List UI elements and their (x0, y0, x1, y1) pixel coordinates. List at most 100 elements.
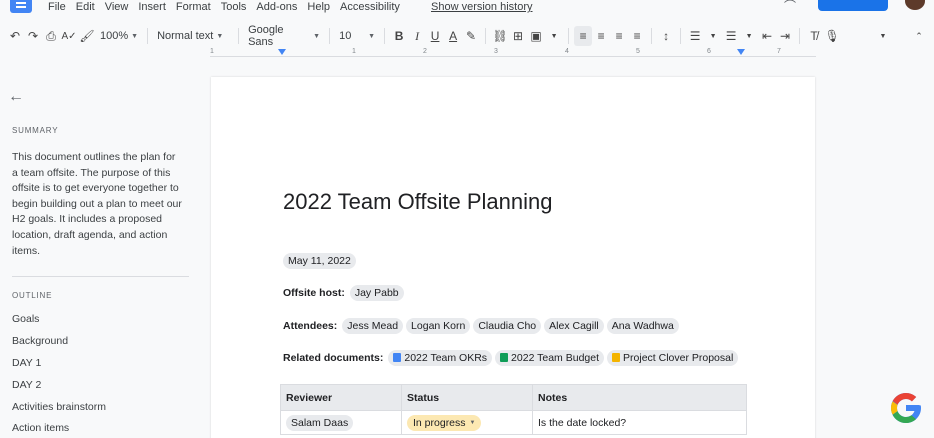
file-chip[interactable]: 2022 Team OKRs (388, 350, 493, 366)
menu-edit[interactable]: Edit (76, 1, 95, 13)
decrease-indent-icon[interactable]: ⇤ (758, 26, 776, 46)
left-indent-marker[interactable] (278, 49, 286, 55)
font-select[interactable]: Google Sans ▼ (244, 24, 324, 48)
menu-format[interactable]: Format (176, 1, 211, 13)
chevron-down-icon: ▼ (368, 32, 376, 40)
column-header[interactable]: Notes (532, 384, 747, 411)
zoom-select[interactable]: 100% ▼ (96, 30, 142, 42)
font-size-select[interactable]: 10 ▼ (335, 30, 379, 42)
outline-item-day1[interactable]: DAY 1 (12, 357, 41, 369)
comment-history-icon[interactable]: ⌒ (784, 0, 796, 14)
summary-text[interactable]: This document outlines the plan for a te… (12, 150, 182, 259)
ruler-tick: 6 (707, 48, 711, 55)
file-chip-label: 2022 Team Budget (511, 352, 600, 364)
align-justify-icon[interactable]: ≡ (628, 26, 646, 46)
chevron-up-icon[interactable]: ⌃ (910, 26, 928, 46)
document-title[interactable]: 2022 Team Offsite Planning (283, 189, 552, 215)
text-color-icon[interactable]: A (444, 26, 462, 46)
menu-tools[interactable]: Tools (221, 1, 247, 13)
toolbar-divider (329, 28, 331, 44)
ruler[interactable]: 1 1 2 3 4 5 6 7 (210, 48, 816, 59)
toolbar-divider (799, 28, 801, 44)
outline-item-activities[interactable]: Activities brainstorm (12, 401, 106, 413)
italic-icon[interactable]: I (408, 26, 426, 46)
spellcheck-icon[interactable]: A✓ (60, 26, 78, 46)
sheets-file-icon (500, 353, 509, 362)
add-comment-icon[interactable]: ⊞ (509, 26, 527, 46)
align-center-icon[interactable]: ≡ (592, 26, 610, 46)
table-cell[interactable]: Is the date locked? (532, 410, 747, 435)
column-header[interactable]: Reviewer (280, 384, 402, 411)
avatar[interactable] (905, 0, 925, 10)
toolbar: ↶ ↷ ⎙ A✓ 🖌︎ 100% ▼ Normal text ▼ Google Sa… (6, 24, 928, 48)
outline-label: OUTLINE (12, 291, 53, 300)
toolbar-divider (147, 28, 149, 44)
print-icon[interactable]: ⎙ (42, 26, 60, 46)
person-chip[interactable]: Claudia Cho (473, 318, 542, 334)
person-chip[interactable]: Salam Daas (286, 414, 354, 431)
right-indent-marker[interactable] (737, 49, 745, 55)
outline-item-goals[interactable]: Goals (12, 313, 39, 325)
menu-file[interactable]: File (48, 1, 66, 13)
underline-icon[interactable]: U (426, 26, 444, 46)
increase-indent-icon[interactable]: ⇥ (776, 26, 794, 46)
highlight-icon[interactable]: ✎ (462, 26, 480, 46)
document-page[interactable]: 2022 Team Offsite Planning May 11, 2022 … (211, 77, 815, 438)
menu-addons[interactable]: Add-ons (256, 1, 297, 13)
sidebar-divider (12, 276, 189, 277)
docs-logo-icon[interactable] (10, 0, 32, 13)
table-cell[interactable]: Salam Daas (280, 410, 402, 435)
checklist-icon[interactable]: ☰ (686, 26, 704, 46)
date-chip[interactable]: May 11, 2022 (283, 253, 356, 269)
redo-icon[interactable]: ↷ (24, 26, 42, 46)
outline-item-background[interactable]: Background (12, 335, 68, 347)
status-dropdown-chip[interactable]: In progress ▼ (407, 414, 482, 431)
file-chip[interactable]: 2022 Team Budget (495, 350, 605, 366)
ruler-tick: 3 (494, 48, 498, 55)
chevron-down-icon[interactable]: ▼ (874, 26, 892, 46)
bulleted-list-icon[interactable]: ☰ (722, 26, 740, 46)
file-chip[interactable]: Project Clover Proposal (607, 350, 739, 366)
menu-bar: File Edit View Insert Format Tools Add-o… (0, 0, 934, 18)
column-header[interactable]: Status (401, 384, 533, 411)
insert-image-icon[interactable]: ▣ (527, 26, 545, 46)
menu-help[interactable]: Help (307, 1, 330, 13)
voice-typing-icon[interactable]: 🎙︎ (823, 26, 841, 46)
chevron-down-icon: ▼ (313, 32, 321, 40)
version-history-link[interactable]: Show version history (431, 1, 533, 13)
paint-format-icon[interactable]: 🖌︎ (78, 26, 96, 46)
person-chip[interactable]: Jay Pabb (349, 285, 404, 301)
link-icon[interactable]: ⛓︎ (491, 26, 509, 46)
chevron-down-icon[interactable]: ▼ (545, 26, 563, 46)
chevron-down-icon[interactable]: ▼ (740, 26, 758, 46)
toolbar-divider (680, 28, 682, 44)
person-chip[interactable]: Jess Mead (342, 318, 404, 334)
chevron-down-icon: ▼ (469, 419, 476, 426)
align-left-icon[interactable]: ≡ (574, 26, 593, 46)
outline-item-action-items[interactable]: Action items (12, 422, 69, 434)
person-chip[interactable]: Alex Cagill (544, 318, 604, 334)
table-cell[interactable]: In progress ▼ (401, 410, 533, 435)
toolbar-divider (238, 28, 240, 44)
chevron-down-icon[interactable]: ▼ (704, 26, 722, 46)
ruler-tick: 1 (210, 48, 214, 55)
person-chip[interactable]: Ana Wadhwa (606, 318, 679, 334)
person-chip[interactable]: Logan Korn (406, 318, 471, 334)
clear-formatting-icon[interactable]: T̸ (805, 26, 823, 46)
chevron-down-icon: ▼ (131, 32, 139, 40)
style-select[interactable]: Normal text ▼ (153, 30, 233, 42)
status-value: In progress (413, 416, 466, 429)
menu-view[interactable]: View (105, 1, 129, 13)
share-button[interactable] (818, 0, 888, 11)
undo-icon[interactable]: ↶ (6, 26, 24, 46)
bold-icon[interactable]: B (390, 26, 408, 46)
toolbar-divider (568, 28, 570, 44)
outline-item-day2[interactable]: DAY 2 (12, 379, 41, 391)
menu-items: File Edit View Insert Format Tools Add-o… (48, 1, 400, 13)
line-spacing-icon[interactable]: ↕ (657, 26, 675, 46)
back-arrow-icon[interactable]: ← (8, 88, 24, 106)
menu-accessibility[interactable]: Accessibility (340, 1, 400, 13)
ruler-line (210, 56, 816, 57)
menu-insert[interactable]: Insert (138, 1, 166, 13)
align-right-icon[interactable]: ≡ (610, 26, 628, 46)
